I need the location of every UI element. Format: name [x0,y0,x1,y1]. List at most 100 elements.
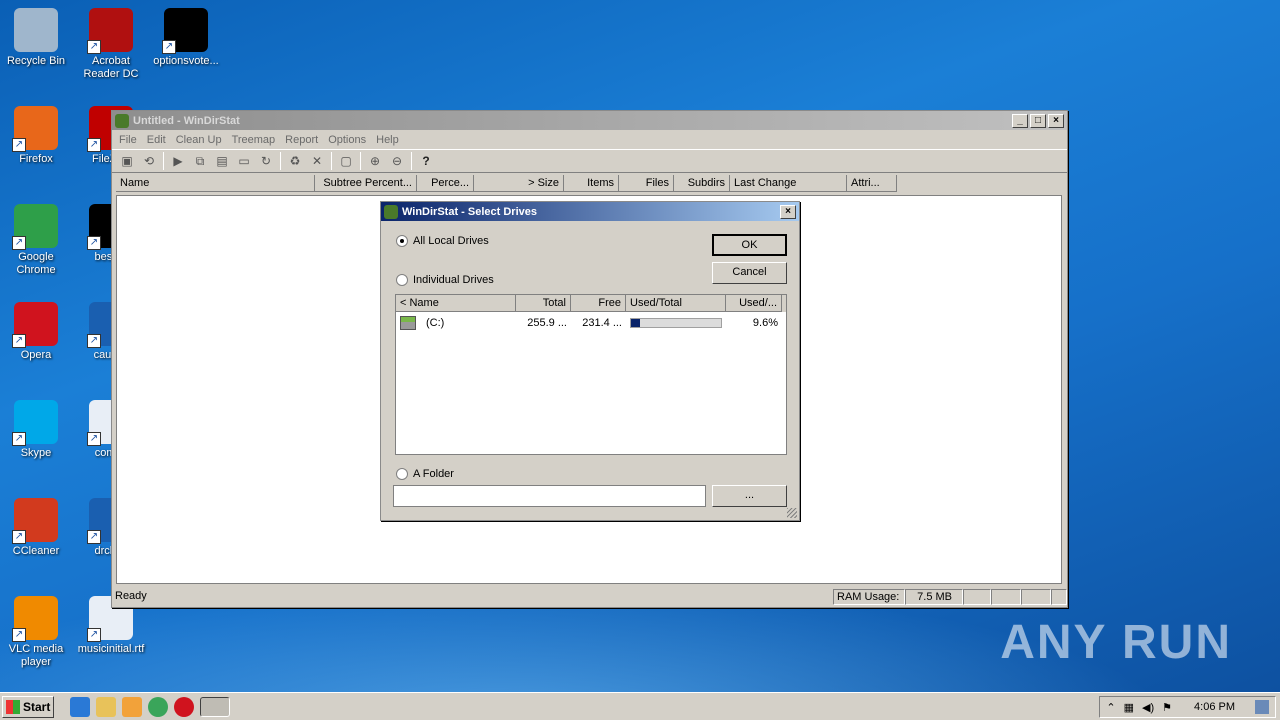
main-column-header: Name Subtree Percent... Perce... > Size Item… [116,175,1063,192]
close-button[interactable]: × [1048,113,1064,128]
column-header[interactable]: Subdirs [674,175,730,192]
copy-icon[interactable]: ⧉ [189,151,211,171]
zoom-out-icon[interactable]: ⊖ [386,151,408,171]
menu-item[interactable]: File [114,134,142,146]
recycle-bin-icon [14,8,58,52]
windirstat-tree-icon [115,113,129,128]
recycle-icon[interactable]: ♻ [284,151,306,171]
shortcut-arrow-icon: ↗ [87,628,101,642]
drive-icon [400,316,416,330]
column-header[interactable]: Subtree Percent... [315,175,417,192]
drive-name: (C:) [426,317,445,329]
dialog-title: WinDirStat - Select Drives [402,205,537,218]
desktop-icon[interactable]: ↗ Firefox [0,106,74,166]
show-desktop-icon[interactable] [1255,700,1269,714]
main-titlebar[interactable]: Untitled - WinDirStat _ □ × [112,111,1067,130]
shortcut-arrow-icon: ↗ [12,530,26,544]
tray-expand-icon[interactable]: ⌃ [1106,701,1115,714]
folder-path-input[interactable] [393,485,706,507]
flag-icon[interactable]: ⚑ [1162,701,1172,714]
shortcut-arrow-icon: ↗ [87,138,101,152]
drive-column-header[interactable]: Free [571,295,626,312]
opera-icon: ↗ [12,302,58,348]
menu-item[interactable]: Help [371,134,404,146]
rescan-icon[interactable]: ⟲ [138,151,160,171]
drive-total: 255.9 ... [527,317,567,329]
dialog-close-button[interactable]: × [780,204,796,219]
drive-column-header[interactable]: Total [516,295,571,312]
desktop-icon-label: VLC media player [8,643,64,668]
drive-row[interactable]: (C:) 255.9 ... 231.4 ... 9.6% [396,314,786,332]
drive-column-header[interactable]: Used/... [726,295,782,312]
chrome-taskbar-icon[interactable] [148,696,168,717]
column-header[interactable]: Name [116,175,315,192]
desktop-icon-label: Opera [20,349,52,361]
desktop-icon[interactable]: ↗ Opera [0,302,74,362]
desktop-icon[interactable]: ↗ Acrobat Reader DC [73,8,149,81]
status-pane-3 [963,589,991,605]
vlc-icon: ↗ [12,596,58,642]
desktop-icon[interactable]: ↗ VLC media player [0,596,74,669]
column-header[interactable]: Attri... [847,175,897,192]
delete-icon[interactable]: ✕ [306,151,328,171]
open-icon[interactable]: ▣ [116,151,138,171]
new-folder-icon[interactable]: ▢ [335,151,357,171]
drives-column-header: < Name Total Free Used/Total Used/... [396,295,786,312]
explorer-folder-icon[interactable] [96,696,116,717]
radio-all-local-drives[interactable]: All Local Drives [396,235,489,247]
desktop-icon[interactable]: ↗ Skype [0,400,74,460]
menu-item[interactable]: Treemap [227,134,281,146]
drive-column-header[interactable]: Used/Total [626,295,726,312]
shortcut-arrow-icon: ↗ [12,236,26,250]
ie-icon[interactable] [70,696,90,717]
menu-item[interactable]: Options [323,134,371,146]
column-header[interactable]: Items [564,175,619,192]
desktop-icon-label: Skype [20,447,52,459]
drive-cell: 231.4 ... [571,317,626,329]
drive-column-header[interactable]: < Name [396,295,516,312]
column-header[interactable]: Last Change [730,175,847,192]
help-icon[interactable]: ? [415,151,437,171]
drive-used_pct: 9.6% [752,317,778,329]
menu-item[interactable]: Clean Up [171,134,227,146]
desktop-icon-label: Google Chrome [16,251,56,276]
refresh-icon[interactable]: ↻ [255,151,277,171]
dialog-titlebar[interactable]: WinDirStat - Select Drives × [381,202,799,221]
menu-bar: File Edit Clean Up Treemap Report Options Help [112,130,1067,149]
ram-value: 7.5 MB [905,589,963,605]
windows-logo-icon [6,699,20,714]
media-player-icon[interactable] [122,696,142,717]
drives-list[interactable]: < Name Total Free Used/Total Used/... (C:) 25… [395,294,787,455]
desktop-icon[interactable]: ↗ Google Chrome [0,204,74,277]
zoom-in-icon[interactable]: ⊕ [364,151,386,171]
radio-individual-drives[interactable]: Individual Drives [396,274,494,286]
clock[interactable]: 4:06 PM [1194,701,1235,713]
column-header[interactable]: Perce... [417,175,474,192]
desktop-icon[interactable]: Recycle Bin [0,8,74,68]
menu-item[interactable]: Report [280,134,323,146]
ok-button[interactable]: OK [712,234,787,256]
column-header[interactable]: > Size [474,175,564,192]
shortcut-arrow-icon: ↗ [12,432,26,446]
maximize-button[interactable]: □ [1030,113,1046,128]
start-button[interactable]: Start [2,695,54,718]
main-window-title: Untitled - WinDirStat [133,114,240,127]
explorer-icon[interactable]: ▤ [211,151,233,171]
desktop-icon[interactable]: ↗ CCleaner [0,498,74,558]
volume-icon[interactable]: ◀) [1142,701,1154,714]
cmd-icon[interactable]: ▭ [233,151,255,171]
desktop-icon-label: Acrobat Reader DC [83,55,139,80]
radio-a-folder[interactable]: A Folder [396,468,454,480]
network-icon[interactable]: ▦ [1124,701,1134,714]
cancel-button[interactable]: Cancel [712,262,787,284]
desktop-icon[interactable]: ↗ optionsvote... [148,8,224,68]
resize-grip[interactable] [787,508,797,518]
desktop-icon-label: optionsvote... [153,55,219,67]
column-header[interactable]: Files [619,175,674,192]
play-icon[interactable]: ▶ [167,151,189,171]
opera-taskbar-icon[interactable] [174,696,194,717]
menu-item[interactable]: Edit [142,134,171,146]
browse-folder-button[interactable]: ... [712,485,787,507]
minimize-button[interactable]: _ [1012,113,1028,128]
windirstat-taskbar-button[interactable] [200,696,230,717]
